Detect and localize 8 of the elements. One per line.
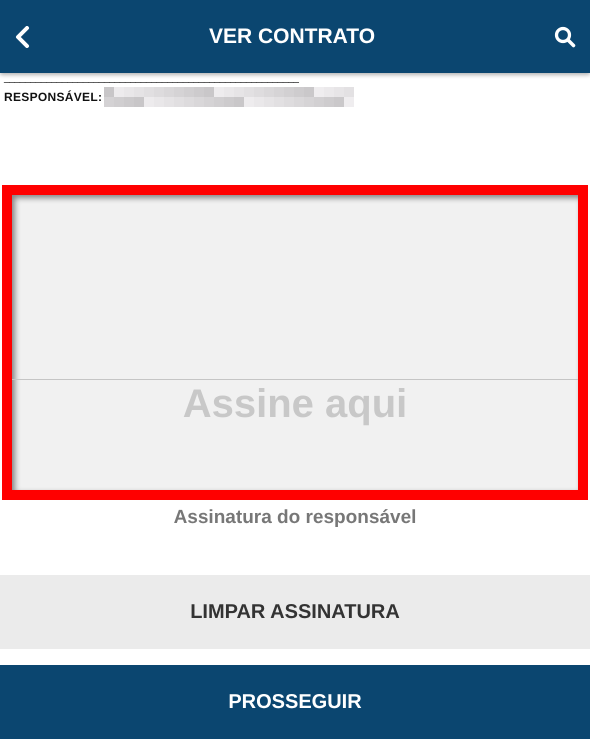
signature-line: ________________________________________________________ xyxy=(4,73,300,85)
clear-button[interactable]: LIMPAR ASSINATURA xyxy=(0,575,590,649)
screen-title: VER CONTRATO xyxy=(208,24,376,48)
signature-caption: Assinatura do responsável xyxy=(172,507,418,530)
search-icon[interactable] xyxy=(554,26,576,48)
back-icon[interactable] xyxy=(14,26,30,48)
responsible-label: RESPONSÁVEL: xyxy=(4,90,102,104)
proceed-button[interactable]: PROSSEGUIR xyxy=(0,665,590,739)
